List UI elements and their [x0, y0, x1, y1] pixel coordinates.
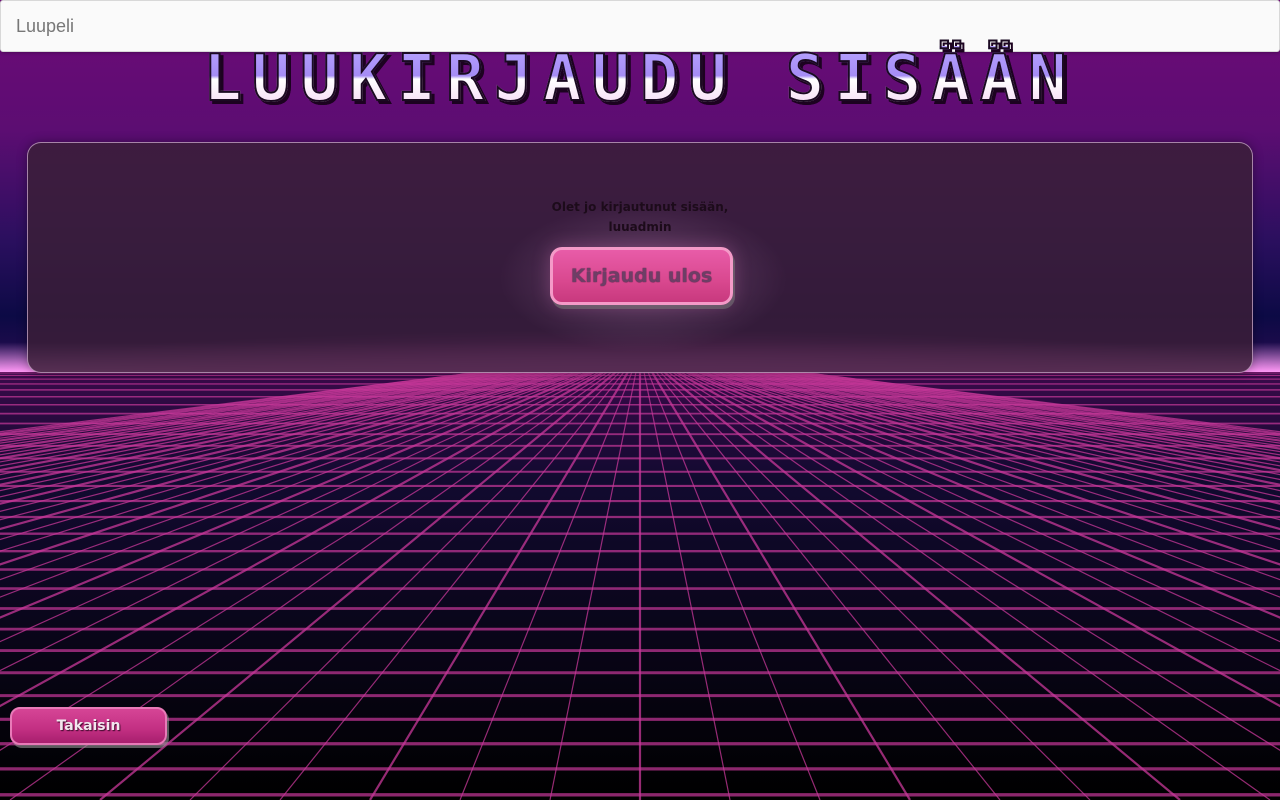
status-username: luuadmin: [608, 220, 672, 234]
back-button[interactable]: Takaisin: [10, 707, 167, 745]
login-status-text: Olet jo kirjautunut sisään, luuadmin: [28, 197, 1252, 237]
background-grid-floor: [0, 372, 1280, 800]
login-panel: Olet jo kirjautunut sisään, luuadmin Kir…: [27, 142, 1253, 373]
status-line-1: Olet jo kirjautunut sisään,: [551, 200, 729, 214]
logout-button[interactable]: Kirjaudu ulos: [550, 247, 733, 305]
page-title: LUUKIRJAUDU SISÄÄN: [0, 45, 1280, 113]
